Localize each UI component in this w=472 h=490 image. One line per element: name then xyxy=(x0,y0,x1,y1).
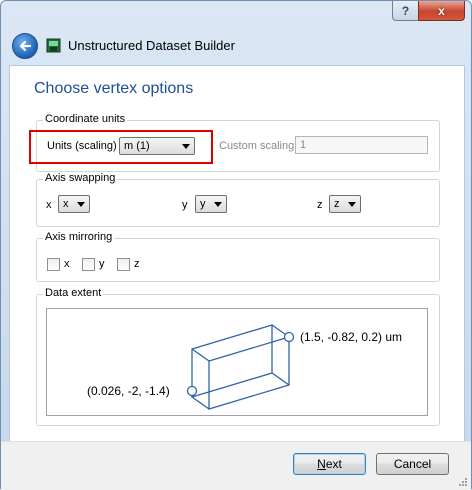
axis-swapping-group: Axis swapping xyxy=(36,172,440,227)
footer-bar: Next Cancel xyxy=(1,441,471,490)
mirror-x-checkbox[interactable] xyxy=(47,258,60,271)
coordinate-units-label: Coordinate units xyxy=(43,113,128,125)
swap-z-value: z xyxy=(334,198,340,210)
content-pane: Choose vertex options Coordinate units U… xyxy=(9,65,465,442)
chevron-down-icon xyxy=(214,202,222,207)
chevron-down-icon xyxy=(77,202,85,207)
next-button[interactable]: Next xyxy=(293,453,366,475)
custom-scaling-label: Custom scaling xyxy=(219,140,295,152)
help-button[interactable]: ? xyxy=(392,1,419,21)
bounding-box-diagram xyxy=(186,324,295,410)
mirror-y-label: y xyxy=(99,258,105,270)
swap-z-dropdown[interactable]: z xyxy=(329,195,361,213)
swap-y-dropdown[interactable]: y xyxy=(195,195,227,213)
back-button[interactable] xyxy=(12,33,38,59)
axis-swapping-label: Axis swapping xyxy=(43,172,118,184)
page-title: Choose vertex options xyxy=(34,80,194,97)
box-back-face xyxy=(191,324,273,398)
mirror-x-label: x xyxy=(64,258,70,270)
swap-z-label: z xyxy=(317,199,323,211)
close-button[interactable]: x xyxy=(418,1,465,21)
box-edge xyxy=(191,396,210,410)
axis-mirroring-group: Axis mirroring xyxy=(36,231,440,282)
swap-y-label: y xyxy=(182,199,188,211)
swap-y-value: y xyxy=(200,198,206,210)
cancel-label: Cancel xyxy=(393,457,432,471)
data-extent-label: Data extent xyxy=(43,287,104,299)
min-corner-label: (0.026, -2, -1.4) xyxy=(87,384,170,398)
help-icon: ? xyxy=(401,3,410,18)
close-icon: x xyxy=(438,3,445,18)
dialog-window: ? x Unstructured Dataset Builder Choose … xyxy=(0,0,472,490)
swap-x-label: x xyxy=(46,199,52,211)
resize-grip-icon[interactable] xyxy=(457,476,467,486)
min-corner-marker xyxy=(186,385,198,397)
mirror-z-label: z xyxy=(134,258,140,270)
next-mnemonic: N xyxy=(317,457,326,471)
mirror-y-checkbox[interactable] xyxy=(82,258,95,271)
units-scaling-value: m (1) xyxy=(124,140,150,152)
chevron-down-icon xyxy=(348,202,356,207)
app-icon xyxy=(46,38,61,53)
data-extent-view: (1.5, -0.82, 0.2) um (0.026, -2, -1.4) xyxy=(46,308,428,416)
max-corner-label: (1.5, -0.82, 0.2) um xyxy=(300,330,403,344)
cancel-button[interactable]: Cancel xyxy=(376,453,449,475)
chevron-down-icon xyxy=(182,144,190,149)
box-front-face xyxy=(208,336,290,410)
units-scaling-dropdown[interactable]: m (1) xyxy=(119,137,195,155)
swap-x-dropdown[interactable]: x xyxy=(58,195,90,213)
axis-mirroring-label: Axis mirroring xyxy=(43,231,115,243)
custom-scaling-input[interactable]: 1 xyxy=(295,136,428,154)
units-scaling-label: Units (scaling) xyxy=(47,140,117,152)
box-edge xyxy=(271,372,290,386)
swap-x-value: x xyxy=(63,198,69,210)
mirror-z-checkbox[interactable] xyxy=(117,258,130,271)
next-label: ext xyxy=(325,457,342,471)
back-arrow-icon xyxy=(19,40,32,52)
max-corner-marker xyxy=(283,331,295,343)
window-title: Unstructured Dataset Builder xyxy=(68,38,235,53)
box-edge xyxy=(191,348,210,362)
